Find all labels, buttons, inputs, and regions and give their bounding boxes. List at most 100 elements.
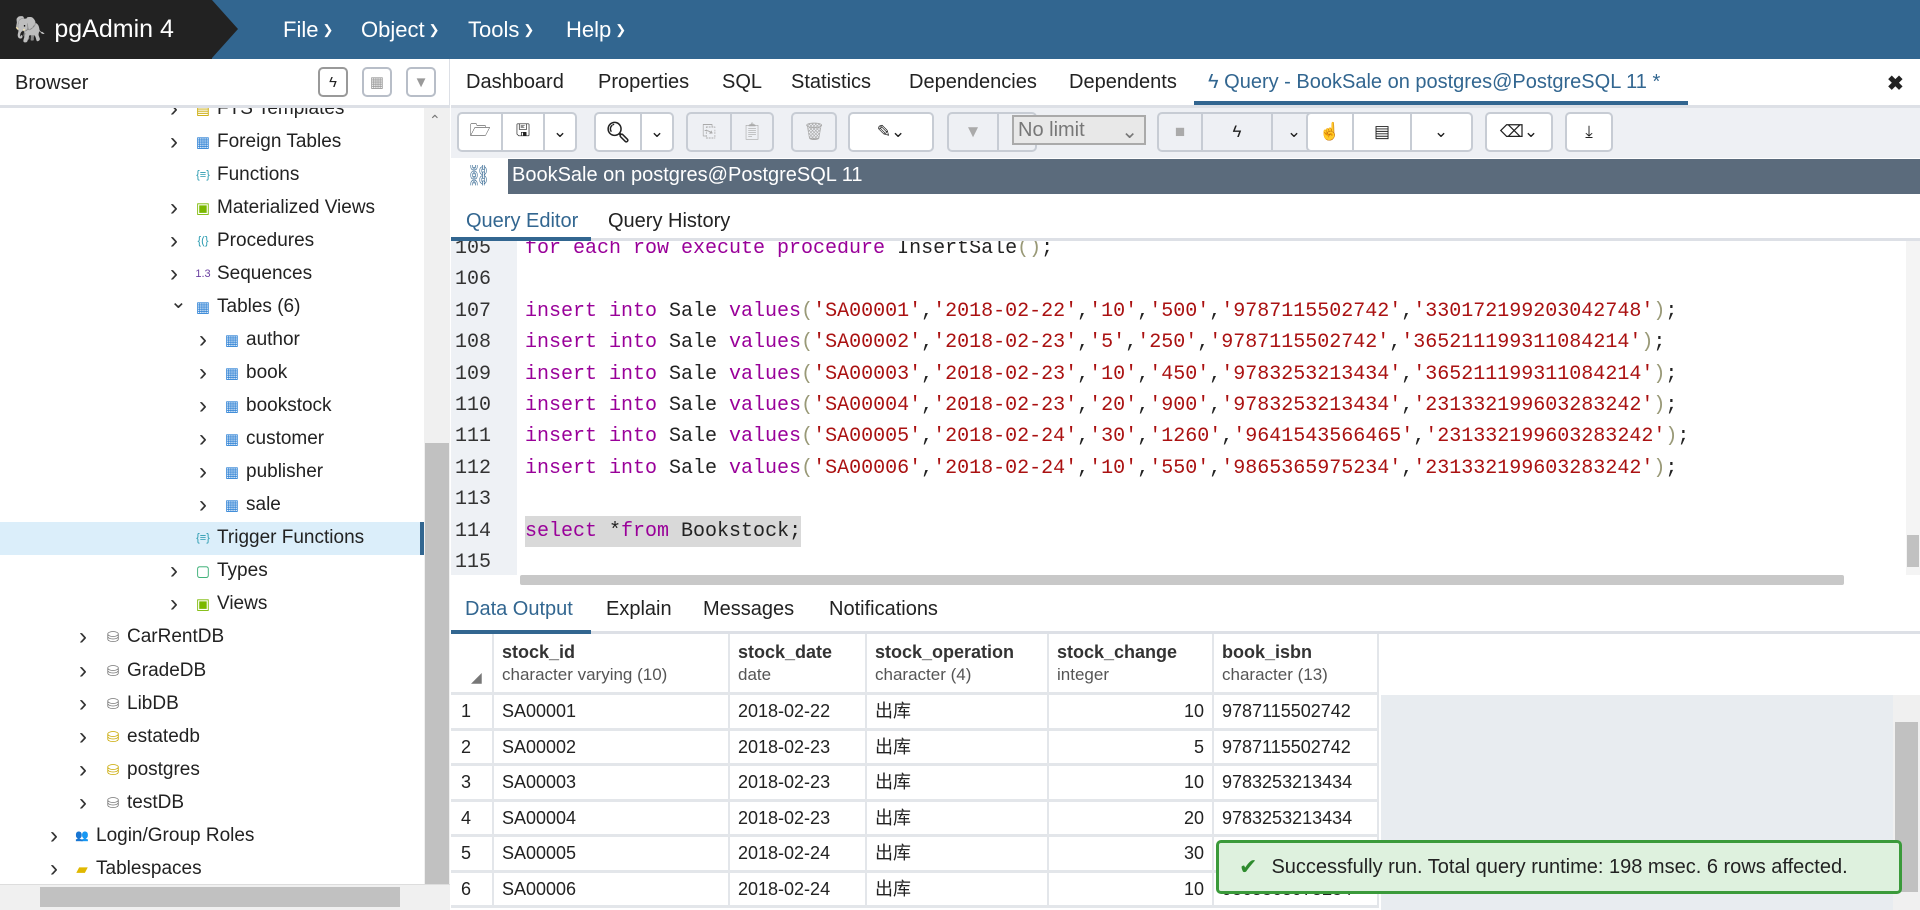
tree-item[interactable]: {≡} Trigger Functions	[0, 521, 424, 555]
tree-item[interactable]: › ▦ bookstock	[0, 390, 424, 423]
column-header[interactable]: stock_operation character (4)	[867, 634, 1049, 695]
column-header[interactable]: book_isbn character (13)	[1214, 634, 1379, 695]
menu-tools[interactable]: Tools ❯	[468, 0, 534, 59]
menu-help[interactable]: Help ❯	[566, 0, 626, 59]
save-button[interactable]: 🖫	[503, 114, 545, 150]
find-options-chevron-icon[interactable]: ⌄	[642, 114, 672, 150]
chevron-right-icon[interactable]: ›	[79, 723, 93, 751]
chevron-right-icon[interactable]: ›	[199, 326, 213, 354]
menu-file[interactable]: File ❯	[283, 0, 333, 59]
tree-item[interactable]: › ⛁ CarRentDB	[0, 621, 424, 654]
chevron-down-icon[interactable]: ⌄	[170, 289, 187, 314]
tree-item[interactable]: › ▢ Types	[0, 555, 424, 588]
tree-item[interactable]: › ▦ Foreign Tables	[0, 125, 424, 158]
table-cell[interactable]: 出库	[867, 801, 1049, 837]
table-cell[interactable]: 5	[1049, 730, 1214, 766]
paste-button[interactable]: 📋︎	[732, 114, 772, 150]
chevron-right-icon[interactable]: ›	[79, 789, 93, 817]
chevron-right-icon[interactable]: ›	[170, 557, 184, 585]
tree-item[interactable]: › ⛁ GradeDB	[0, 654, 424, 687]
column-header[interactable]: stock_date date	[730, 634, 867, 695]
tree-item[interactable]: › ⛁ estatedb	[0, 720, 424, 753]
open-file-button[interactable]: 🗁	[459, 114, 503, 150]
table-cell[interactable]: 2018-02-23	[730, 730, 867, 766]
chevron-right-icon[interactable]: ›	[50, 822, 64, 850]
row-number[interactable]: 1	[451, 695, 494, 731]
tree-item[interactable]: › ⛁ postgres	[0, 753, 424, 786]
view-data-button[interactable]: ▦	[362, 67, 392, 97]
copy-button[interactable]: ⎘	[688, 114, 732, 150]
table-cell[interactable]: SA00004	[494, 801, 730, 837]
tree-item[interactable]: › ▣ Materialized Views	[0, 191, 424, 224]
table-cell[interactable]: SA00003	[494, 766, 730, 802]
row-limit-select[interactable]: No limit ⌄	[1012, 115, 1146, 145]
close-tab-icon[interactable]: ✖	[1887, 71, 1904, 96]
chevron-right-icon[interactable]: ›	[170, 227, 184, 255]
query-tool-button[interactable]: ϟ	[318, 67, 348, 97]
tree-item[interactable]: › {(} Procedures	[0, 224, 424, 257]
tree-item[interactable]: ⌄ ▦ Tables (6)	[0, 290, 424, 323]
chevron-right-icon[interactable]: ›	[79, 623, 93, 651]
table-cell[interactable]: 10	[1049, 766, 1214, 802]
table-cell[interactable]: 9787115502742	[1214, 730, 1379, 766]
tree-item[interactable]: › ▦ book	[0, 356, 424, 389]
table-cell[interactable]: 20	[1049, 801, 1214, 837]
connection-link-icon[interactable]: ⛓	[466, 163, 491, 188]
row-number[interactable]: 3	[451, 766, 494, 802]
tab-query-history[interactable]: Query History	[608, 210, 730, 233]
table-cell[interactable]: SA00002	[494, 730, 730, 766]
tree-item[interactable]: {≡} Functions	[0, 158, 424, 191]
tab-dependents[interactable]: Dependents	[1069, 71, 1177, 94]
tree-item[interactable]: › ▰ Tablespaces	[0, 852, 424, 884]
explain-analyze-button[interactable]: ▤	[1354, 114, 1412, 150]
tab-notifications[interactable]: Notifications	[829, 598, 938, 621]
select-all-corner[interactable]: ◢	[451, 634, 494, 695]
row-number[interactable]: 2	[451, 730, 494, 766]
tree-item[interactable]: › ▣ Views	[0, 588, 424, 621]
filter-button[interactable]: ▼	[949, 114, 999, 150]
chevron-right-icon[interactable]: ›	[170, 260, 184, 288]
tab-messages[interactable]: Messages	[703, 598, 794, 621]
table-cell[interactable]: 2018-02-22	[730, 695, 867, 731]
tree-item[interactable]: › ▦ sale	[0, 489, 424, 522]
tree-item[interactable]: › ▤ FTS Templates	[0, 108, 424, 125]
download-button[interactable]: ⤓	[1567, 114, 1611, 150]
tab-explain[interactable]: Explain	[606, 598, 672, 621]
chevron-right-icon[interactable]: ›	[170, 108, 184, 123]
save-options-chevron-icon[interactable]: ⌄	[545, 114, 575, 150]
tree-scroll-thumb[interactable]	[425, 443, 449, 884]
clear-button[interactable]: ⌫⌄	[1487, 114, 1551, 150]
tree-item[interactable]: › ⛁ testDB	[0, 786, 424, 819]
table-cell[interactable]: SA00006	[494, 872, 730, 908]
column-header[interactable]: stock_change integer	[1049, 634, 1214, 695]
table-cell[interactable]: 30	[1049, 837, 1214, 873]
tree-item[interactable]: › ▦ publisher	[0, 456, 424, 489]
editor-vertical-scrollbar[interactable]	[1906, 241, 1920, 575]
table-cell[interactable]: 10	[1049, 695, 1214, 731]
table-cell[interactable]: 9787115502742	[1214, 695, 1379, 731]
tree-item[interactable]: › ▦ customer	[0, 423, 424, 456]
tree-item[interactable]: › 👥 Login/Group Roles	[0, 819, 424, 852]
chevron-right-icon[interactable]: ›	[170, 590, 184, 618]
row-number[interactable]: 6	[451, 872, 494, 908]
table-cell[interactable]: 出库	[867, 730, 1049, 766]
tab-properties[interactable]: Properties	[598, 71, 689, 94]
execute-button[interactable]: ϟ	[1203, 114, 1273, 150]
edit-button[interactable]: ✎⌄	[850, 114, 932, 150]
column-header[interactable]: stock_id character varying (10)	[494, 634, 730, 695]
chevron-right-icon[interactable]: ›	[170, 194, 184, 222]
table-cell[interactable]: 出库	[867, 766, 1049, 802]
chevron-right-icon[interactable]: ›	[199, 392, 213, 420]
chevron-right-icon[interactable]: ›	[170, 128, 184, 156]
table-cell[interactable]: 2018-02-24	[730, 872, 867, 908]
chevron-right-icon[interactable]: ›	[79, 690, 93, 718]
delete-button[interactable]: 🗑︎	[793, 114, 835, 150]
table-cell[interactable]: SA00001	[494, 695, 730, 731]
tab-query[interactable]: ϟ Query - BookSale on postgres@PostgreSQ…	[1208, 71, 1660, 94]
tab-sql[interactable]: SQL	[722, 71, 762, 94]
chevron-right-icon[interactable]: ›	[199, 458, 213, 486]
table-cell[interactable]: 2018-02-23	[730, 766, 867, 802]
menu-object[interactable]: Object ❯	[361, 0, 440, 59]
tree-hscroll-thumb[interactable]	[40, 887, 400, 907]
tree-item[interactable]: › ▦ author	[0, 323, 424, 356]
